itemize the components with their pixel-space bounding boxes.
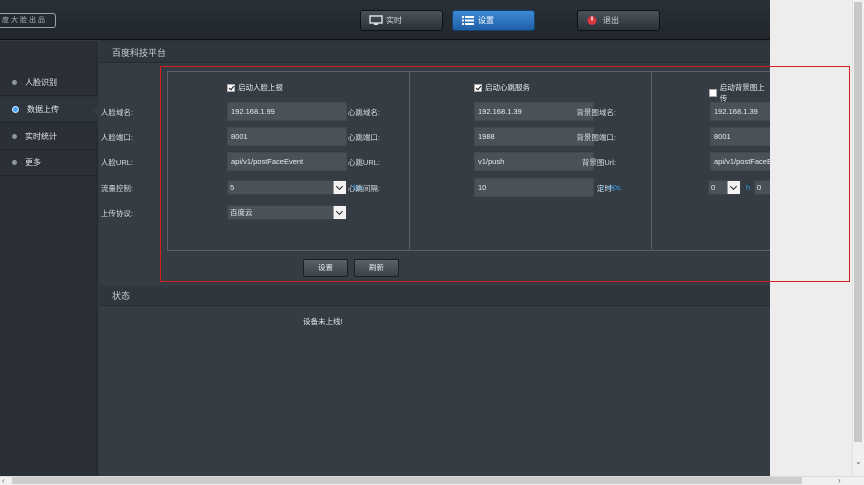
nav-label-realtime: 实时: [386, 16, 402, 25]
nav-button-realtime[interactable]: 实时: [360, 10, 443, 31]
logo: 度大脸出品: [0, 13, 56, 28]
heartbeat-url-label: 心跳URL:: [347, 158, 380, 167]
status-message: 设备未上线!: [303, 317, 343, 326]
sidebar-item-more[interactable]: 更多: [0, 150, 98, 176]
list-icon: [461, 15, 475, 26]
face-upload-checkbox[interactable]: [227, 83, 235, 92]
chevron-down-icon: [333, 206, 346, 219]
monitor-icon: [369, 15, 383, 26]
heartbeat-url-input[interactable]: v1/push: [474, 152, 594, 171]
timer-hour-value: 0: [711, 183, 716, 192]
sidebar-item-realtime-stats[interactable]: 实时统计: [0, 124, 98, 150]
face-url-input[interactable]: api/v1/postFaceEvent: [227, 152, 347, 171]
sidebar-item-label: 人脸识别: [25, 78, 57, 87]
background-domain-label: 背景图域名:: [576, 108, 616, 117]
heartbeat-checkbox[interactable]: [474, 83, 482, 92]
set-button[interactable]: 设置: [303, 259, 348, 277]
refresh-button[interactable]: 刷新: [354, 259, 399, 277]
background-url-label: 背景图Url:: [581, 158, 616, 167]
top-header: 度大脸出品 实时 设置 退出: [0, 0, 770, 40]
sidebar-item-data-upload[interactable]: 数据上传: [0, 97, 99, 123]
flow-control-select[interactable]: 5: [227, 180, 347, 195]
nav-label-logout: 退出: [603, 16, 619, 25]
heartbeat-toggle[interactable]: 启动心跳服务: [474, 82, 530, 93]
heartbeat-domain-label: 心跳域名:: [347, 108, 380, 117]
chevron-down-icon: [333, 181, 346, 194]
timer-hour-select[interactable]: 0: [708, 180, 741, 195]
nav-button-logout[interactable]: 退出: [577, 10, 660, 31]
upload-protocol-label: 上传协议:: [100, 209, 133, 218]
sidebar-item-face-recognition[interactable]: 人脸识别: [0, 70, 98, 96]
nav-label-settings: 设置: [478, 16, 494, 25]
sidebar-item-label: 实时统计: [25, 132, 57, 141]
bullet-icon: [12, 160, 17, 165]
flow-control-label: 流量控制:: [100, 184, 133, 193]
sidebar-item-label: 更多: [25, 158, 41, 167]
scroll-down-icon[interactable]: ⌄: [855, 458, 862, 466]
bullet-icon: [12, 80, 17, 85]
face-url-label: 人脸URL:: [100, 158, 133, 167]
vertical-scrollbar-thumb[interactable]: [854, 2, 862, 442]
page-background: [770, 0, 864, 476]
face-upload-toggle[interactable]: 启动人脸上报: [227, 82, 283, 93]
upload-protocol-value: 百度云: [230, 208, 253, 217]
sidebar-item-label: 数据上传: [27, 105, 59, 114]
timer-label: 定时:: [596, 184, 614, 193]
background-upload-label: 启动背景图上传: [719, 83, 765, 103]
background-port-label: 背景图端口:: [576, 133, 616, 142]
nav-button-settings[interactable]: 设置: [452, 10, 535, 31]
face-port-label: 人脸端口:: [100, 133, 133, 142]
face-port-input[interactable]: 8001: [227, 127, 347, 146]
face-domain-label: 人脸域名:: [100, 108, 133, 117]
scroll-left-icon[interactable]: ‹: [2, 477, 5, 485]
heartbeat-interval-label: 心跳间隔:: [347, 184, 380, 193]
status-section-title: 状态: [99, 286, 770, 306]
heartbeat-port-label: 心跳端口:: [347, 133, 380, 142]
flow-control-value: 5: [230, 183, 235, 192]
upload-protocol-select[interactable]: 百度云: [227, 205, 347, 220]
background-upload-checkbox[interactable]: [709, 89, 717, 97]
bullet-icon: [12, 106, 19, 113]
sidebar: 人脸识别 数据上传 实时统计 更多: [0, 41, 99, 476]
power-icon: [586, 15, 600, 26]
face-upload-label: 启动人脸上报: [238, 83, 283, 92]
active-pointer-icon: [93, 105, 99, 117]
app-window: 度大脸出品 实时 设置 退出 人脸识别 数据上传 实时统计 更多 百度科技平台 …: [0, 0, 842, 476]
horizontal-scrollbar-thumb[interactable]: [12, 477, 802, 484]
scroll-right-icon[interactable]: ›: [838, 477, 841, 485]
heartbeat-label: 启动心跳服务: [485, 83, 530, 92]
heartbeat-interval-input[interactable]: 10: [474, 178, 594, 197]
hour-unit: h: [746, 183, 751, 192]
face-domain-input[interactable]: 192.168.1.99: [227, 102, 347, 121]
chevron-down-icon: [727, 181, 740, 194]
platform-section-title: 百度科技平台: [99, 43, 770, 63]
timer-minute-value: 0: [757, 183, 762, 192]
bullet-icon: [12, 134, 17, 139]
background-upload-toggle[interactable]: 启动背景图上传: [709, 82, 770, 104]
